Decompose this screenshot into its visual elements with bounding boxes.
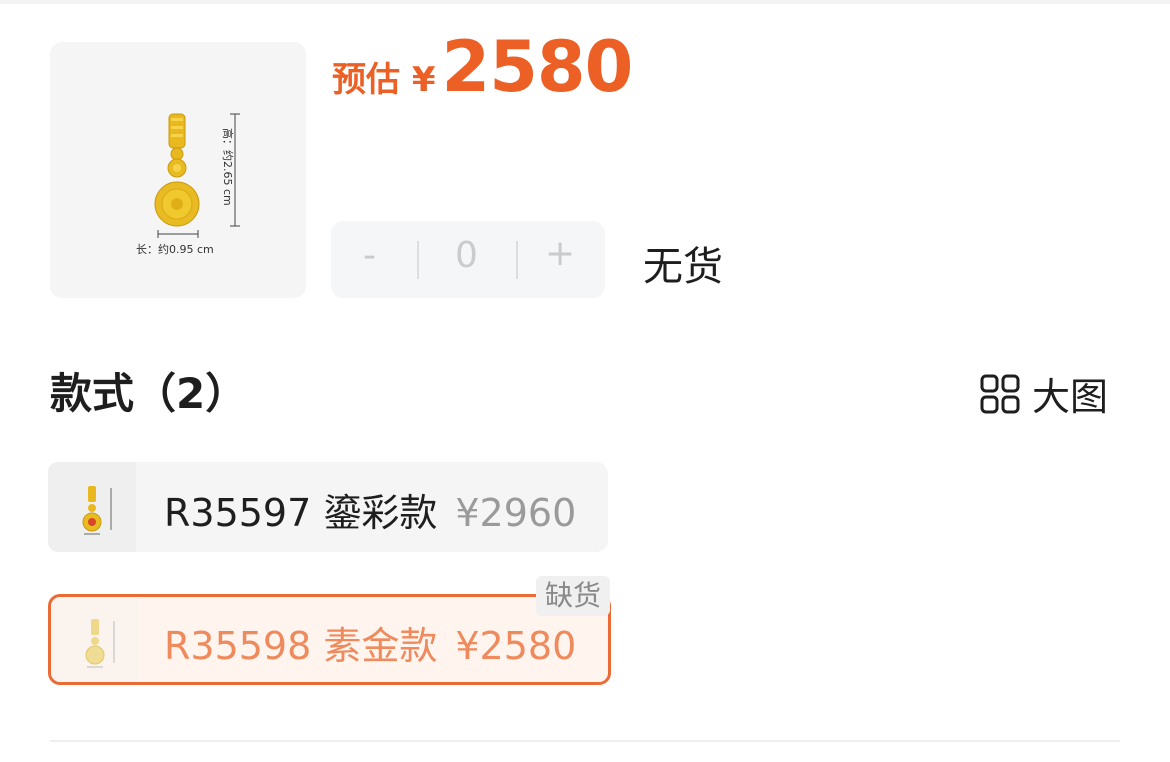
quantity-input[interactable]: 0: [455, 235, 478, 276]
variant-pendant-image: [82, 486, 112, 535]
variant-pendant-image: [85, 619, 115, 668]
big-view-toggle[interactable]: 大图: [980, 366, 1108, 421]
out-of-stock-badge: 缺货: [536, 576, 610, 616]
price-prefix: 预估 ¥: [332, 60, 436, 100]
variant-thumbnail: [51, 597, 139, 682]
top-divider: [0, 0, 1170, 4]
price-value: 2580: [441, 26, 634, 108]
width-dimension-label: 长：约0.95 cm: [136, 243, 214, 256]
product-image[interactable]: 高：约2.65 cm 长：约0.95 cm: [50, 42, 306, 298]
quantity-stepper: - 0 +: [331, 221, 605, 298]
variant-thumbnail: [48, 462, 136, 552]
big-view-label: 大图: [1032, 375, 1109, 419]
variant-price: ¥2580: [455, 624, 577, 668]
styles-section-title: 款式（2）: [50, 369, 248, 418]
variant-option-selected[interactable]: R35598 素金款 ¥2580: [48, 594, 611, 685]
variant-label: R35598 素金款 ¥2580: [164, 615, 576, 670]
variant-label: R35597 鎏彩款 ¥2960: [164, 482, 576, 537]
variant-option[interactable]: R35597 鎏彩款 ¥2960: [48, 462, 608, 552]
variant-code-name: R35598 素金款: [164, 624, 438, 668]
decrement-button[interactable]: -: [363, 235, 376, 276]
gold-pendant-image: [154, 113, 240, 238]
estimated-price: 预估 ¥ 2580: [332, 26, 634, 108]
bottom-divider: [50, 740, 1120, 742]
stepper-divider: [417, 241, 419, 279]
variant-code-name: R35597 鎏彩款: [164, 491, 438, 535]
stepper-divider: [516, 241, 518, 279]
variant-price: ¥2960: [455, 491, 577, 535]
stock-status: 无货: [643, 244, 723, 290]
height-dimension-label: 高：约2.65 cm: [221, 128, 234, 206]
grid-icon: [980, 374, 1020, 413]
increment-button[interactable]: +: [545, 233, 575, 274]
